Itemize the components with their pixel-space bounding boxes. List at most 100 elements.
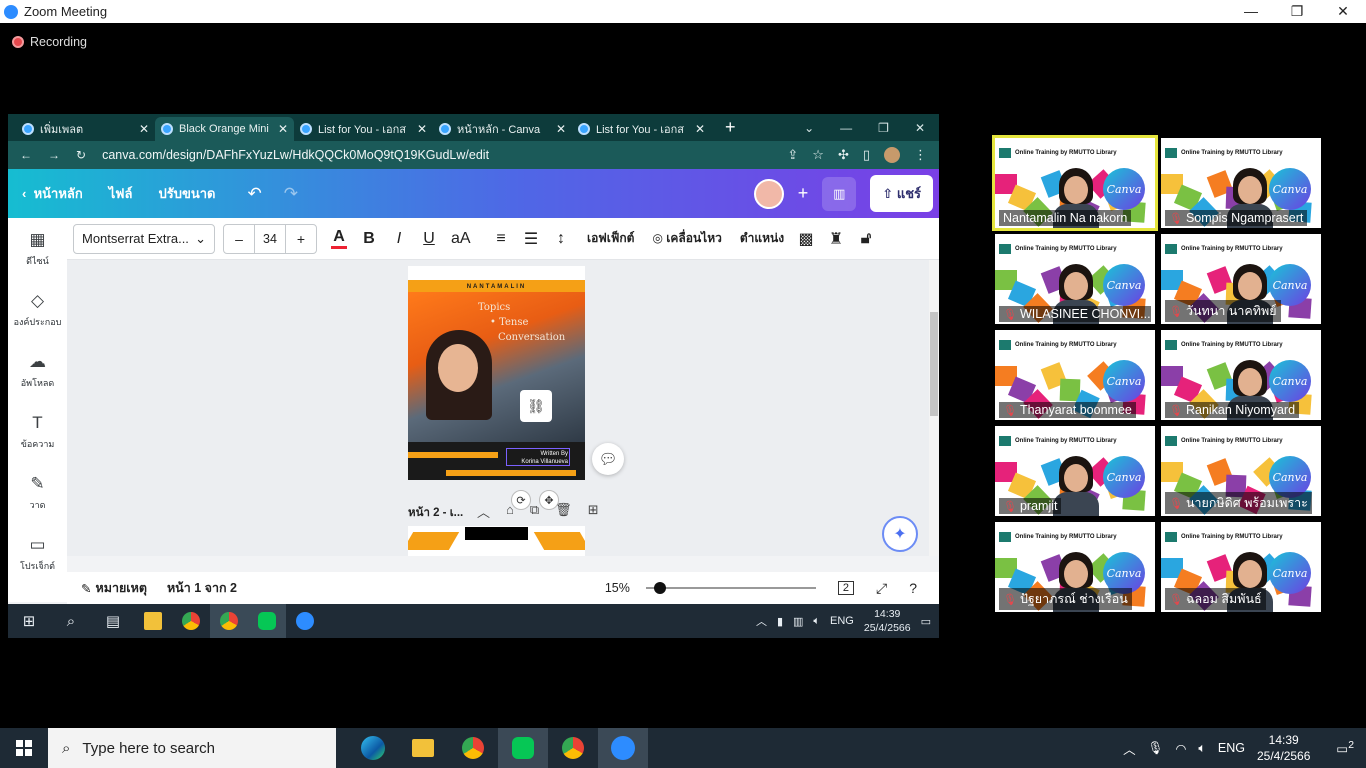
volume-icon[interactable]: 🔈︎ [1198,741,1206,756]
line-app-icon[interactable] [498,728,548,768]
fullscreen-icon[interactable]: ⤢ [876,580,887,597]
tab-close-icon[interactable]: ✕ [695,122,705,136]
profile-avatar[interactable] [884,147,900,163]
maximize-button[interactable]: ❐ [1274,0,1320,23]
sidebar-item-text[interactable]: T ข้อความ [8,401,67,462]
reload-icon[interactable]: ↻ [76,148,86,162]
browser-tab[interactable]: List for You - เอกส ✕ [572,117,711,141]
lock-icon[interactable]: 🔓︎ [858,230,874,248]
network-icon[interactable]: ▥ [793,615,803,628]
participant-tile[interactable]: Online Training by RMUTTO Library Canva 🎙︎… [995,426,1155,516]
page-2-title[interactable]: หน้า 2 - เ... [408,504,463,522]
volume-icon[interactable]: 🔈︎ [813,615,820,628]
participant-tile[interactable]: Online Training by RMUTTO Library Canva 🎙︎… [995,234,1155,324]
selected-text-box[interactable]: Written By Korina Villanueva [506,448,570,466]
font-size-increase-button[interactable]: + [286,231,316,247]
menu-kebab-icon[interactable]: ⋮ [914,147,927,163]
sidebar-item-elements[interactable]: ◇ องค์ประกอบ [8,279,67,340]
tab-list-icon[interactable]: ⌄ [804,121,814,135]
forward-icon[interactable]: → [48,148,60,162]
file-menu[interactable]: ไฟล์ [109,183,133,204]
design-topics[interactable]: Topics • Tense Conversation [478,300,565,345]
tray-chevron-icon[interactable]: ︿ [756,613,767,629]
chrome-icon[interactable] [448,728,498,768]
letter-case-icon[interactable]: aA [451,230,471,248]
sidepanel-icon[interactable]: ▯ [863,147,870,163]
usb-icon[interactable]: ▮ [777,615,783,628]
close-button[interactable]: ✕ [1320,0,1366,23]
horizontal-scrollbar[interactable] [67,546,929,556]
list-icon[interactable]: ☰ [523,229,539,249]
chrome-icon[interactable] [172,604,210,638]
participant-tile[interactable]: Online Training by RMUTTO Library Canva 🎙︎… [1161,522,1321,612]
file-explorer-icon[interactable] [398,728,448,768]
link-icon[interactable]: ⛓ [520,390,552,422]
edge-icon[interactable] [348,728,398,768]
browser-minimize-icon[interactable]: — [840,121,852,135]
scroll-thumb[interactable] [930,312,938,416]
undo-icon[interactable]: ↶ [247,184,261,204]
pages-badge-icon[interactable]: 2 [837,581,854,595]
italic-icon[interactable]: I [391,230,407,248]
extensions-icon[interactable]: ✣ [838,147,849,163]
sidebar-item-uploads[interactable]: ☁ อัพโหลด [8,340,67,401]
windows-start-button[interactable] [0,728,48,768]
underline-icon[interactable]: U [421,230,437,248]
add-page-icon[interactable]: ⊞ [588,502,599,521]
sidebar-item-projects[interactable]: ▭ โปรเจ็กต์ [8,523,67,584]
share-button[interactable]: ⇧ แชร์ [870,175,933,212]
minimize-button[interactable]: — [1228,0,1274,23]
line-app-icon[interactable] [248,604,286,638]
tab-close-icon[interactable]: ✕ [556,122,566,136]
url-field[interactable]: canva.com/design/DAFhFxYuzLw/HdkQQCk0MoQ… [102,148,771,162]
language-indicator[interactable]: ENG [830,615,854,627]
home-button[interactable]: ‹ หน้าหลัก [22,183,83,204]
chrome-profile-icon[interactable] [210,604,248,638]
collaborator-avatar[interactable] [753,178,784,209]
insights-chart-icon[interactable]: ▥ [822,176,857,211]
align-right-icon[interactable]: ≡ [493,230,509,248]
animate-button[interactable]: ◎ เคลื่อนไหว [652,229,721,248]
zoom-app-icon[interactable] [598,728,648,768]
browser-restore-icon[interactable]: ❐ [878,121,889,135]
notification-icon[interactable]: ▭ [921,615,931,628]
participant-tile[interactable]: Online Training by RMUTTO Library Canva Na… [992,135,1158,231]
participant-tile[interactable]: Online Training by RMUTTO Library Canva 🎙︎… [995,330,1155,420]
taskbar-clock[interactable]: 14:39 25/4/2566 [1257,732,1310,764]
browser-close-icon[interactable]: ✕ [915,121,925,135]
duplicate-page-icon[interactable]: ⧉ [530,502,539,521]
participant-tile[interactable]: Online Training by RMUTTO Library Canva 🎙︎… [1161,330,1321,420]
font-size-decrease-button[interactable]: – [224,231,254,247]
font-size-value[interactable]: 34 [254,224,286,253]
zoom-percent[interactable]: 15% [605,581,630,595]
participant-tile[interactable]: Online Training by RMUTTO Library Canva 🎙︎… [1161,234,1321,324]
windows-start-icon[interactable]: ⊞ [8,604,50,638]
chrome-profile-icon[interactable] [548,728,598,768]
browser-tab[interactable]: เพิ่มเพลต ✕ [16,117,155,141]
page-indicator[interactable]: หน้า 1 จาก 2 [167,578,237,598]
zoom-slider-knob[interactable] [653,582,666,594]
shared-clock[interactable]: 14:39 25/4/2566 [864,607,911,635]
effects-button[interactable]: เอฟเฟ็กต์ [587,229,634,248]
bold-icon[interactable]: B [361,230,377,248]
participant-tile[interactable]: Online Training by RMUTTO Library Canva 🎙︎… [1161,426,1321,516]
copy-style-icon[interactable]: ♜ [828,229,844,249]
tray-chevron-icon[interactable]: ︿ [1123,739,1136,758]
lock-page-icon[interactable]: ⌂ [506,502,514,521]
vertical-scrollbar[interactable] [929,260,939,556]
tab-close-icon[interactable]: ✕ [417,122,427,136]
zoom-slider[interactable] [645,582,816,594]
delete-page-icon[interactable]: 🗑︎ [555,502,572,521]
taskbar-search-box[interactable]: ⌕ Type here to search [48,728,336,768]
search-icon[interactable]: ⌕ [50,604,92,638]
chevron-up-icon[interactable]: ︿ [477,502,490,521]
bookmark-star-icon[interactable]: ☆ [812,147,824,163]
resize-menu[interactable]: ปรับขนาด [158,183,215,204]
tab-close-icon[interactable]: ✕ [278,122,288,136]
design-page-1[interactable]: NANTAMALIN Topics • Tense Conversation ⛓… [408,266,585,480]
text-color-icon[interactable]: A [331,228,347,249]
wifi-icon[interactable]: ◠ [1175,741,1186,756]
redo-icon[interactable]: ↷ [284,184,298,204]
back-icon[interactable]: ← [20,148,32,162]
browser-tab[interactable]: หน้าหลัก - Canva ✕ [433,117,572,141]
